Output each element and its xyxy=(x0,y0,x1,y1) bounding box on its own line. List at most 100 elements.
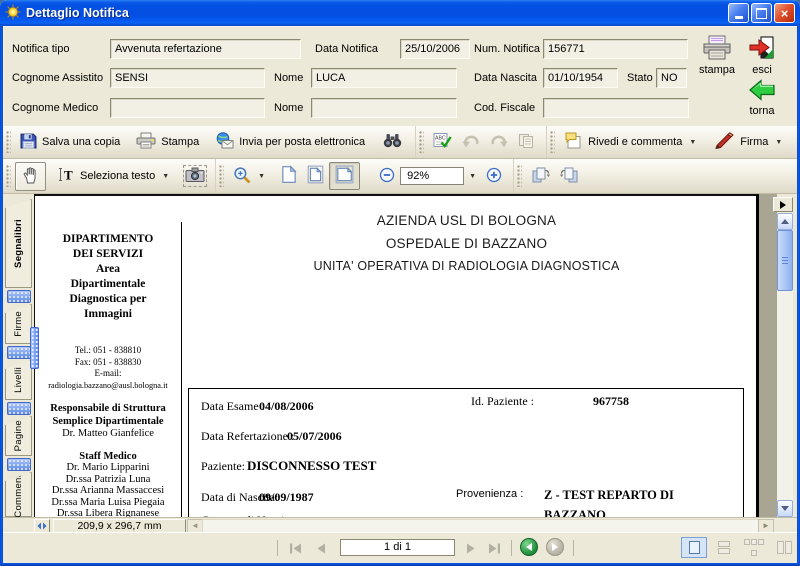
toolbar-grip[interactable] xyxy=(6,165,11,187)
pane-splitter-grip[interactable] xyxy=(30,327,39,369)
toolbar-grip[interactable] xyxy=(517,165,522,187)
arrow-left-icon: ◄ xyxy=(191,522,199,530)
facing-layout-button[interactable] xyxy=(771,537,797,558)
scroll-down-button[interactable] xyxy=(777,500,793,517)
view-history-group xyxy=(513,159,584,193)
sign-button[interactable]: Firma ▼ xyxy=(709,130,787,154)
tab-firme[interactable]: Firme xyxy=(5,304,32,344)
notifica-tipo-field[interactable]: Avvenuta refertazione xyxy=(110,39,301,59)
clipped-report-line: Comune di Nascita: xyxy=(201,513,296,517)
tab-segnalibri[interactable]: Segnalibri xyxy=(5,199,32,288)
last-page-button[interactable] xyxy=(485,542,503,554)
maximize-button[interactable] xyxy=(751,3,772,23)
hscroll-right-button[interactable]: ► xyxy=(758,519,774,533)
header-line2: OSPEDALE DI BAZZANO xyxy=(185,232,748,255)
next-view-page-button[interactable] xyxy=(555,164,584,189)
cognome-assistito-label: Cognome Assistito xyxy=(12,72,103,84)
tab-pagine[interactable]: Pagine xyxy=(5,416,32,456)
header-line3: UNITA' OPERATIVA DI RADIOLOGIA DIAGNOSTI… xyxy=(185,255,748,278)
torna-button[interactable]: torna xyxy=(742,79,782,117)
actual-size-button[interactable] xyxy=(276,163,302,189)
view-toolbar: T Seleziona testo ▼ xyxy=(3,159,797,194)
continuous-facing-layout-button[interactable] xyxy=(741,537,767,558)
data-nascita-field[interactable]: 01/10/1954 xyxy=(543,68,618,88)
copy-button[interactable] xyxy=(513,131,540,154)
select-text-button[interactable]: T Seleziona testo ▼ xyxy=(53,165,174,187)
continuous-layout-button[interactable] xyxy=(711,537,737,558)
next-page-button[interactable] xyxy=(462,542,480,554)
data-di-nascita-value: 09/09/1987 xyxy=(259,490,314,505)
pane-menu-button[interactable] xyxy=(773,197,793,212)
zoom-level-input[interactable]: 92% xyxy=(400,167,464,185)
page-indicator-input[interactable]: 1 di 1 xyxy=(340,539,455,556)
stampa-button[interactable]: stampa xyxy=(694,35,740,76)
zoom-in-button[interactable] xyxy=(481,165,507,188)
nome-medico-field[interactable] xyxy=(311,98,457,118)
undo-icon xyxy=(462,134,480,151)
first-page-button[interactable] xyxy=(286,542,304,554)
next-view-button[interactable] xyxy=(546,538,564,556)
horizontal-scrollbar[interactable] xyxy=(202,519,759,533)
tab-livelli[interactable]: Livelli xyxy=(5,360,32,400)
zoom-tool-button[interactable]: ▼ xyxy=(228,164,270,189)
fit-width-button[interactable] xyxy=(329,162,360,190)
continuous-icon xyxy=(718,548,730,554)
cod-fiscale-field[interactable] xyxy=(543,98,689,118)
toolbar-grip[interactable] xyxy=(6,131,11,153)
search-button[interactable] xyxy=(378,131,407,153)
print-button[interactable]: Stampa xyxy=(131,130,204,154)
redo-button[interactable] xyxy=(485,132,513,153)
toolbar-grip[interactable] xyxy=(219,165,224,187)
review-comment-button[interactable]: Rivedi e commenta ▼ xyxy=(559,130,701,154)
tab-grip[interactable] xyxy=(7,402,31,415)
num-notifica-field[interactable]: 156771 xyxy=(543,39,688,59)
continuous-icon xyxy=(718,541,730,547)
single-page-layout-button[interactable] xyxy=(681,537,707,558)
save-copy-button[interactable]: Salva una copia xyxy=(15,130,125,154)
vertical-scroll-thumb[interactable] xyxy=(777,230,793,291)
paziente-value: DISCONNESSO TEST xyxy=(247,458,376,474)
pdf-page[interactable]: AZIENDA USL DI BOLOGNA OSPEDALE DI BAZZA… xyxy=(34,194,759,517)
data-notifica-label: Data Notifica xyxy=(315,43,378,55)
data-refertazione-value: 05/07/2006 xyxy=(287,429,342,444)
zoom-dropdown-icon[interactable]: ▼ xyxy=(469,173,476,180)
hand-tool-button[interactable] xyxy=(15,162,46,191)
hscroll-left-button[interactable]: ◄ xyxy=(187,519,203,533)
tab-grip[interactable] xyxy=(7,346,31,359)
scroll-up-button[interactable] xyxy=(777,213,793,230)
data-notifica-field[interactable]: 25/10/2006 xyxy=(400,39,470,59)
next-view-icon xyxy=(552,543,558,551)
document-background xyxy=(757,194,777,517)
email-button[interactable]: Invia per posta elettronica xyxy=(210,130,370,154)
binoculars-icon xyxy=(383,133,402,151)
zoom-out-button[interactable] xyxy=(374,165,400,188)
pane-resize-button[interactable] xyxy=(34,519,50,533)
nome-assistito-field[interactable]: LUCA xyxy=(311,68,457,88)
tab-grip[interactable] xyxy=(7,458,31,471)
cognome-assistito-field[interactable]: SENSI xyxy=(110,68,265,88)
data-esame-label: Data Esame : xyxy=(201,399,265,414)
close-button[interactable]: × xyxy=(774,3,795,23)
toolbar-grip[interactable] xyxy=(550,131,555,153)
tab-grip[interactable] xyxy=(7,290,31,303)
staff-member: Dr.ssa Patrizia Luna xyxy=(35,474,181,486)
vertical-scrollbar[interactable] xyxy=(777,213,793,517)
previous-view-button[interactable] xyxy=(520,538,538,556)
column-divider xyxy=(181,222,182,517)
page-rotate-right-icon xyxy=(531,166,550,187)
previous-view-page-button[interactable] xyxy=(526,164,555,189)
plus-circle-icon xyxy=(486,167,502,186)
maximize-icon xyxy=(756,8,767,19)
continuous-facing-icon xyxy=(751,539,757,545)
stato-field[interactable]: NO xyxy=(656,68,687,88)
cognome-medico-field[interactable] xyxy=(110,98,265,118)
fit-page-button[interactable] xyxy=(302,163,329,189)
snapshot-button[interactable] xyxy=(183,165,207,187)
undo-button[interactable] xyxy=(457,132,485,153)
toolbar-grip[interactable] xyxy=(419,131,424,153)
spellcheck-button[interactable]: ABC xyxy=(428,130,457,154)
minimize-button[interactable] xyxy=(728,3,749,23)
previous-page-button[interactable] xyxy=(312,542,330,554)
esci-button[interactable]: esci xyxy=(742,35,782,76)
tab-commenti[interactable]: Commenti xyxy=(5,472,32,517)
